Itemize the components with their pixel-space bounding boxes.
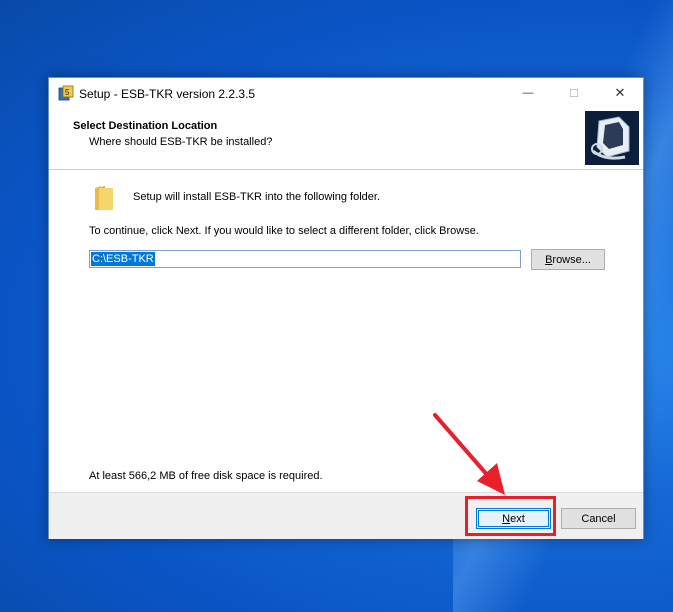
setup-logo-icon [585,111,639,165]
folder-icon [95,186,113,210]
app-icon: 5 [58,85,74,101]
install-message: Setup will install ESB-TKR into the foll… [133,191,381,203]
browse-label: Browse... [545,253,591,266]
path-value: C:\ESB-TKR [91,252,155,266]
minimize-icon: — [522,87,534,99]
next-label: Next [502,512,525,525]
title-bar[interactable]: 5 Setup - ESB-TKR version 2.2.3.5 — ☐ ✕ [49,78,643,109]
svg-text:5: 5 [65,88,70,97]
window-title: Setup - ESB-TKR version 2.2.3.5 [79,87,256,101]
browse-button[interactable]: Browse... [531,249,605,270]
next-button[interactable]: Next [476,508,551,529]
button-bar [49,492,643,539]
maximize-button[interactable]: ☐ [551,78,597,108]
header-separator [49,169,643,170]
destination-path-input[interactable]: C:\ESB-TKR [89,250,521,268]
close-button[interactable]: ✕ [597,78,643,108]
wizard-header: Select Destination Location Where should… [49,109,643,167]
page-subtitle: Where should ESB-TKR be installed? [89,136,273,148]
page-title: Select Destination Location [73,120,218,132]
cancel-button[interactable]: Cancel [561,508,636,529]
cancel-label: Cancel [581,512,616,525]
setup-window: 5 Setup - ESB-TKR version 2.2.3.5 — ☐ ✕ … [48,77,644,539]
minimize-button[interactable]: — [505,78,551,108]
close-icon: ✕ [614,85,626,100]
continue-instructions: To continue, click Next. If you would li… [89,225,479,237]
disk-space-requirement: At least 566,2 MB of free disk space is … [89,470,323,482]
maximize-icon: ☐ [569,87,579,100]
